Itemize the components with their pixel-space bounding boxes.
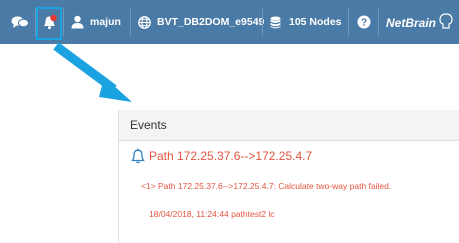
user-icon	[71, 15, 84, 29]
netbrain-logo: NetBrain	[386, 0, 454, 44]
help-icon[interactable]: ?	[357, 0, 371, 44]
svg-text:NetBrain: NetBrain	[386, 16, 436, 30]
callout-arrow	[53, 42, 132, 102]
chat-bubbles-icon[interactable]	[11, 0, 29, 44]
event-message: <1> Path 172.25.37.6-->172.25.4.7: Calcu…	[141, 181, 392, 191]
bell-icon	[131, 148, 145, 164]
divider	[130, 8, 131, 36]
divider	[378, 8, 379, 36]
divider	[348, 8, 349, 36]
svg-text:?: ?	[361, 18, 367, 29]
top-bar: majun BVT_DB2DOM_e9549 105 Nodes ? NetBr…	[0, 0, 459, 44]
events-header: Events	[119, 110, 459, 141]
domain-selector[interactable]: BVT_DB2DOM_e9549	[138, 0, 264, 44]
event-timestamp: 18/04/2018, 11:24:44 pathtest2 lc	[149, 209, 275, 219]
domain-name: BVT_DB2DOM_e9549	[157, 16, 265, 28]
divider	[63, 8, 64, 36]
database-icon	[270, 16, 281, 28]
events-title: Events	[130, 118, 167, 132]
user-menu[interactable]: majun	[71, 0, 121, 44]
globe-icon	[138, 15, 151, 29]
nodes-label: 105 Nodes	[289, 16, 342, 28]
user-name: majun	[90, 16, 121, 28]
event-path-link[interactable]: Path 172.25.37.6-->172.25.4.7	[149, 149, 312, 163]
bell-alert-icon[interactable]	[42, 0, 57, 44]
events-panel: Events Path 172.25.37.6-->172.25.4.7 <1>…	[118, 110, 459, 243]
nodes-counter[interactable]: 105 Nodes	[270, 0, 342, 44]
divider	[262, 8, 263, 36]
